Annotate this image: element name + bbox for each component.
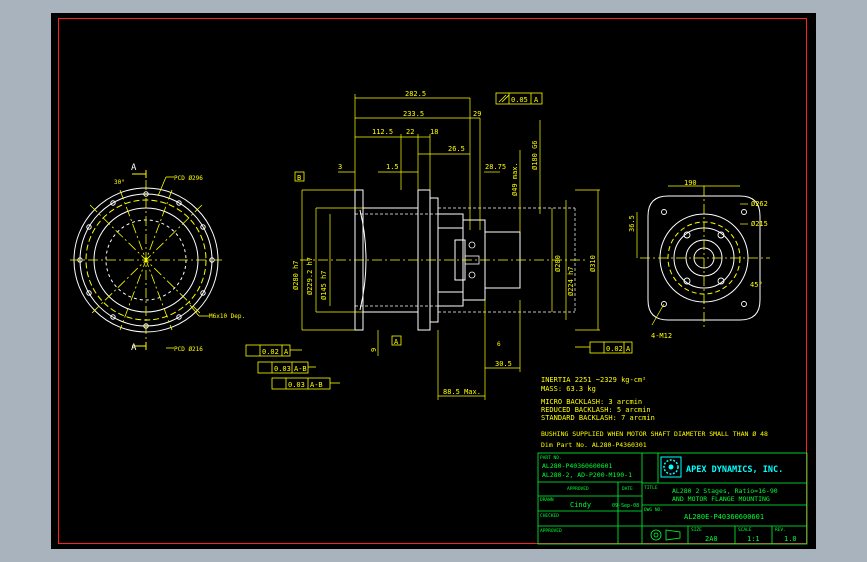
company-logo: [660, 456, 682, 478]
perp1-ref: A-B: [294, 365, 307, 373]
section-label-a-bottom: A: [131, 343, 137, 353]
par-a-value: 0.02: [262, 348, 279, 356]
dia-200: Ø200: [554, 255, 562, 272]
dia-229: Ø229.2 h7: [306, 257, 314, 295]
dia-215: Ø215: [751, 220, 768, 228]
tb-title-1: AL280 2 Stages, Ratio=16-90: [672, 487, 778, 495]
tb-title-label: TITLE: [644, 485, 658, 491]
dia-224: Ø224 h7: [567, 266, 575, 296]
tb-size-label: SIZE: [691, 527, 702, 533]
tb-drawn-by: Cindy: [570, 501, 591, 509]
right-view-dims: [636, 185, 748, 326]
pcd-296-label: PCD Ø296: [174, 175, 203, 182]
tb-title-2: AND MOTOR FLANGE MOUNTING: [672, 495, 770, 503]
dia-49: Ø49 max.: [511, 162, 519, 196]
bottom-dims: [377, 300, 521, 400]
note-inertia: INERTIA 2251 ~2329 kg-cm²: [541, 376, 646, 384]
tb-dwg-no: AL280E-P40360600601: [684, 513, 764, 521]
note-micro: MICRO BACKLASH: 3 arcmin: [541, 398, 642, 406]
angle-30-label: 30°: [114, 179, 125, 186]
dim-22: 22: [406, 128, 414, 136]
tb-drawn-label: DRAWN: [540, 497, 554, 503]
dim-6: 6: [497, 341, 501, 348]
dim-28: 28.75: [485, 163, 506, 171]
note-standard: STANDARD BACKLASH: 7 arcmin: [541, 414, 655, 422]
dim-36: 36.5: [628, 215, 636, 232]
dim-190: 190: [684, 179, 697, 187]
par-b-value: 0.02: [606, 345, 623, 353]
dia-262: Ø262: [751, 200, 768, 208]
thread-left-label: M6x10 Dep.: [209, 313, 245, 320]
tb-part-1: AL280-P40360600601: [542, 462, 613, 470]
runout-value: 0.05: [511, 96, 528, 104]
tb-part-2: AL280-2, AD-P200-M190-1: [542, 471, 632, 479]
tb-part-label: PART NO.: [540, 455, 562, 461]
dim-1-5: 1.5: [386, 163, 399, 171]
dim-112: 112.5: [372, 128, 393, 136]
note-bushing: BUSHING SUPPLIED WHEN MOTOR SHAFT DIAMET…: [541, 430, 768, 438]
note-mass: MASS: 63.3 kg: [541, 385, 596, 393]
runout-ref: A: [534, 96, 539, 104]
note-reduced: REDUCED BACKLASH: 5 arcmin: [541, 406, 651, 414]
note-dim-part: Dim Part No. AL280-P4360301: [541, 441, 647, 449]
projection-symbol: [650, 529, 681, 541]
perp2-ref: A-B: [310, 381, 323, 389]
cad-drawing: A A 30° PCD Ø296 PCD Ø216 M6x10 Dep. 282…: [70, 90, 808, 545]
dim-233: 233.5: [403, 110, 424, 118]
dim-26: 26.5: [448, 145, 465, 153]
tb-checked-label: CHECKED: [540, 513, 559, 519]
dim-30: 30.5: [495, 360, 512, 368]
dim-overall: 282.5: [405, 90, 426, 98]
notes-block: INERTIA 2251 ~2329 kg-cm² MASS: 63.3 kg …: [541, 376, 768, 449]
tb-approved-label: APPROVED: [567, 486, 589, 492]
dim-18: 18: [430, 128, 438, 136]
angle-45: 45°: [750, 281, 763, 289]
dim-29: 29: [473, 110, 481, 118]
tb-dwg-label: DWG NO.: [644, 507, 663, 513]
tb-drawn-date: 09-Sep-08: [612, 503, 639, 509]
dim-9: 9: [370, 348, 378, 352]
left-leaders: [157, 176, 209, 349]
dia-145: Ø145 h7: [320, 270, 328, 300]
tb-scale: 1:1: [747, 535, 760, 543]
thread-right-label: 4-M12: [651, 332, 672, 340]
tb-date-label: DATE: [622, 486, 633, 492]
section-label-a-top: A: [131, 163, 137, 173]
tb-company: APEX DYNAMICS, INC.: [686, 465, 783, 475]
tb-approved2-label: APPROVED: [540, 528, 562, 534]
tb-size: 2A0: [705, 535, 718, 543]
perp1-value: 0.03: [274, 365, 291, 373]
par-b-ref: A: [626, 345, 631, 353]
pcd-216-label: PCD Ø216: [174, 346, 203, 353]
dia-280: Ø280 h7: [292, 260, 300, 290]
dim-3: 3: [338, 163, 342, 171]
tb-scale-label: SCALE: [738, 527, 752, 533]
par-a-ref: A: [284, 348, 289, 356]
tb-rev: 1.0: [784, 535, 797, 543]
dia-310: Ø310: [589, 255, 597, 272]
perp2-value: 0.03: [288, 381, 305, 389]
tb-rev-label: REV.: [775, 527, 786, 533]
datum-b-label: B: [297, 174, 301, 182]
dia-180: Ø180 G6: [531, 140, 539, 170]
dim-88: 88.5 Max.: [443, 388, 481, 396]
